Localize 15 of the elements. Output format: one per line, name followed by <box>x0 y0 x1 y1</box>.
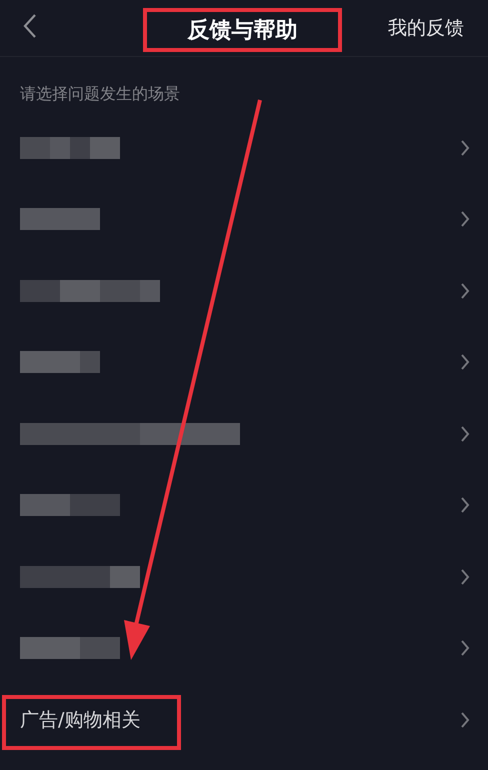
scene-label: 广告/购物相关 <box>20 708 140 732</box>
window-title: 反馈与帮助 <box>188 16 298 44</box>
chevron-right-icon <box>460 639 470 658</box>
chevron-right-icon <box>460 710 470 729</box>
back-icon <box>23 13 37 39</box>
prompt-text: 请选择问题发生的场景 <box>20 83 180 105</box>
chevron-right-icon <box>460 138 470 157</box>
chevron-right-icon <box>460 282 470 300</box>
chevron-right-icon <box>460 353 470 372</box>
scene-list-item[interactable]: 广告/购物相关 <box>0 684 488 756</box>
my-feedback-link[interactable]: 我的反馈 <box>388 14 464 42</box>
chevron-right-icon <box>460 496 470 514</box>
chevron-right-icon <box>460 568 470 586</box>
chevron-right-icon <box>460 424 470 443</box>
chevron-right-icon <box>460 210 470 228</box>
